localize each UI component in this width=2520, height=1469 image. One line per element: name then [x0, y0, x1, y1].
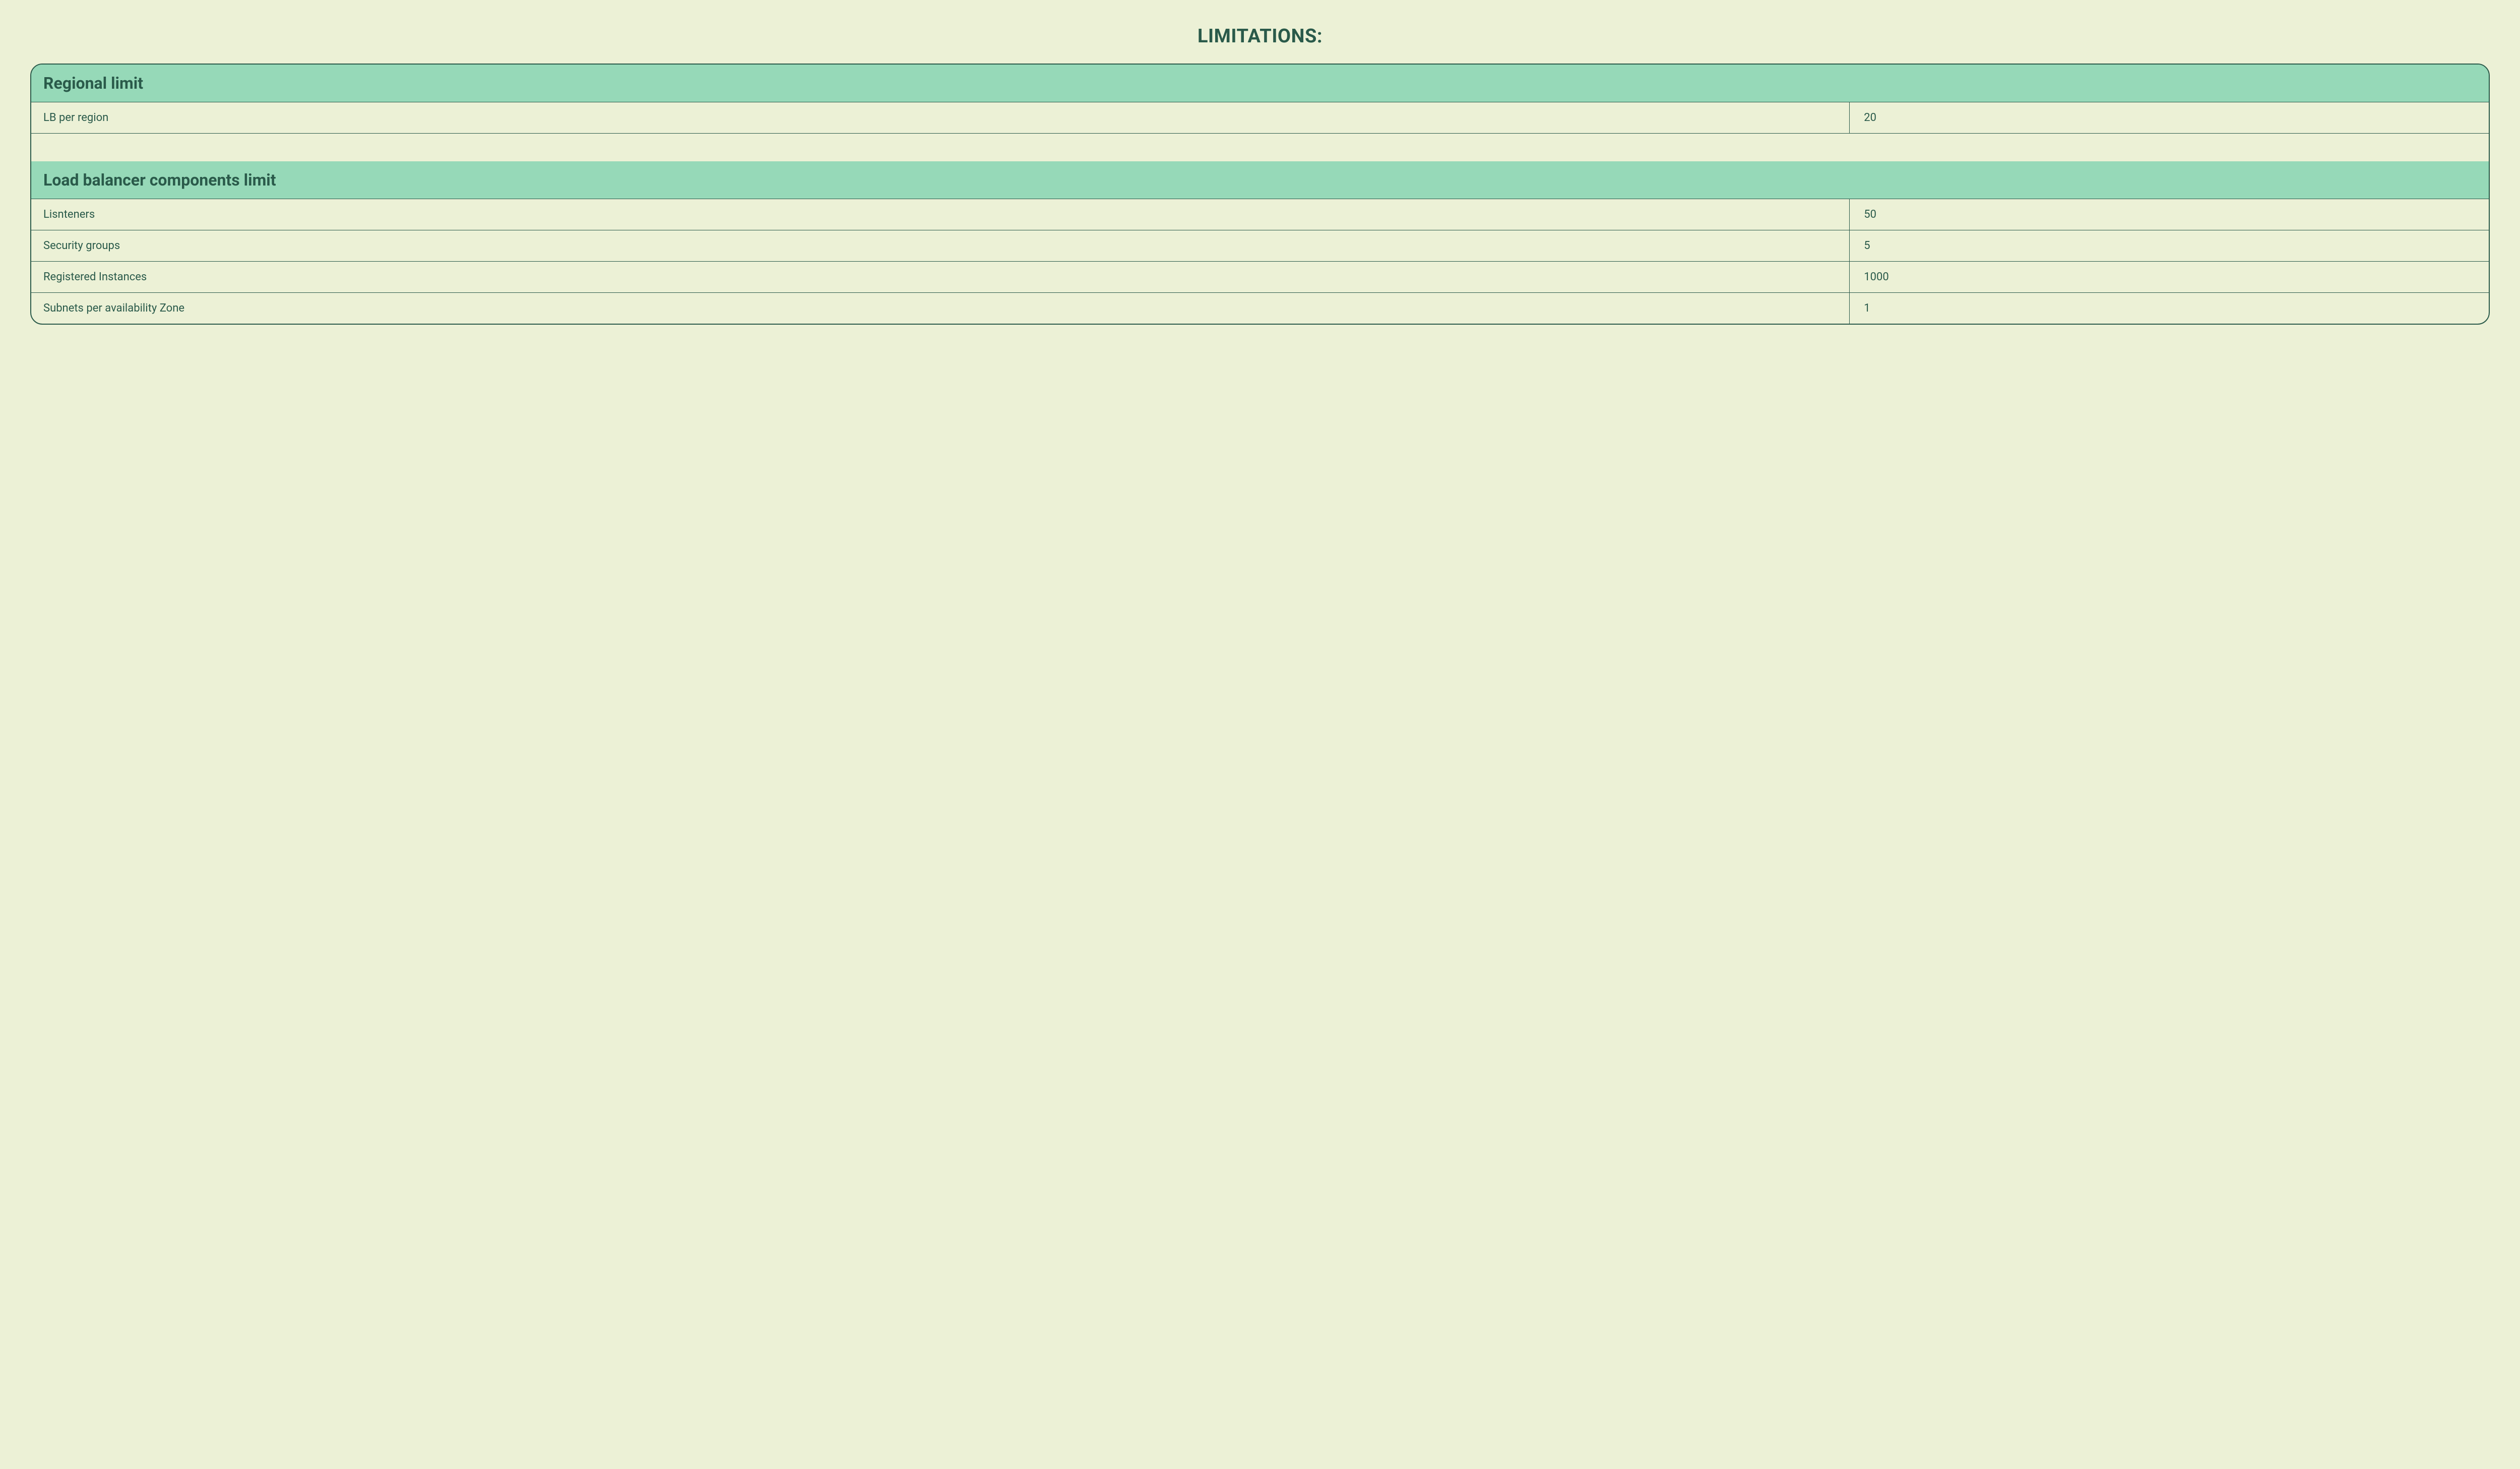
row-label: Security groups: [31, 230, 1850, 261]
row-value: 5: [1850, 230, 2489, 261]
page-title: LIMITATIONS:: [30, 25, 2490, 47]
row-label: LB per region: [31, 102, 1850, 133]
section-header-regional: Regional limit: [31, 65, 2489, 102]
row-value: 20: [1850, 102, 2489, 133]
row-label: Registered Instances: [31, 262, 1850, 292]
table-row: LB per region 20: [31, 102, 2489, 133]
section-header-components: Load balancer components limit: [31, 161, 2489, 199]
table-row: Lisnteners 50: [31, 199, 2489, 230]
row-value: 1000: [1850, 262, 2489, 292]
section-spacer: [31, 133, 2489, 161]
table-row: Subnets per availability Zone 1: [31, 292, 2489, 324]
row-value: 1: [1850, 293, 2489, 324]
table-row: Registered Instances 1000: [31, 261, 2489, 292]
row-label: Lisnteners: [31, 199, 1850, 230]
limits-table: Regional limit LB per region 20 Load bal…: [30, 64, 2490, 325]
row-value: 50: [1850, 199, 2489, 230]
row-label: Subnets per availability Zone: [31, 293, 1850, 324]
table-row: Security groups 5: [31, 230, 2489, 261]
